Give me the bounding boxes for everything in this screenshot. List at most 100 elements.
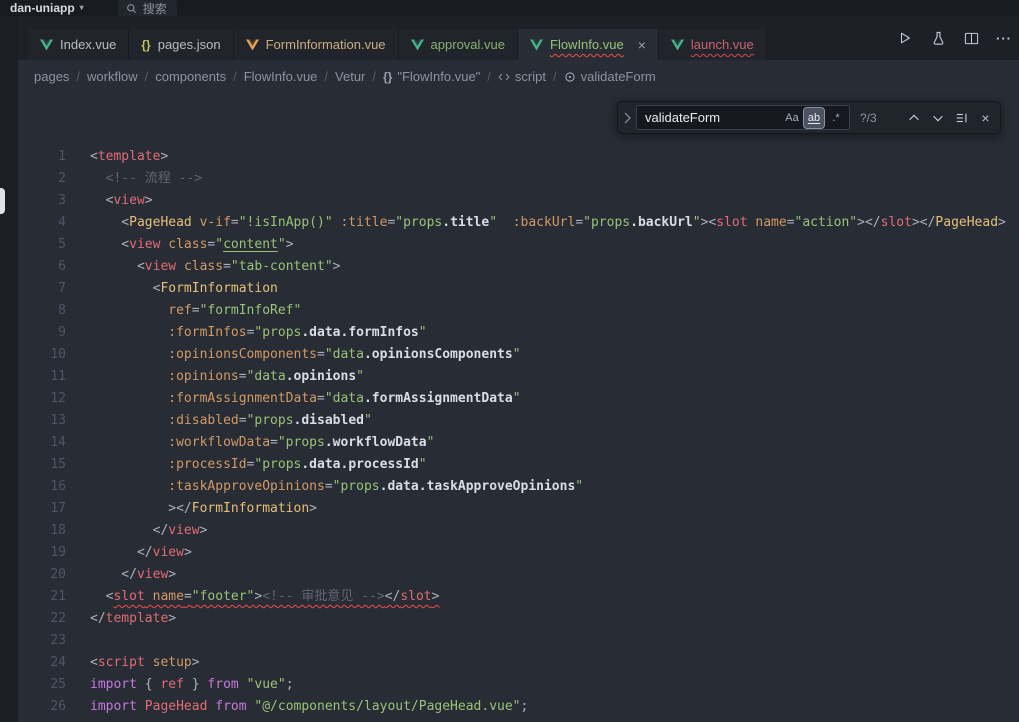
project-menu[interactable]: dan-uniapp ▾ [10,1,84,15]
code-line-content[interactable]: :workflowData="props.workflowData" [90,432,434,454]
code-line[interactable]: 24<script setup> [18,652,1019,674]
code-line[interactable]: 5 <view class="content"> [18,234,1019,256]
code-line-content[interactable]: </view> [90,564,176,586]
code-line[interactable]: 3 <view> [18,190,1019,212]
code-line[interactable]: 25import { ref } from "vue"; [18,674,1019,696]
code-line-content[interactable]: :disabled="props.disabled" [90,410,372,432]
code-line-content[interactable]: <script setup> [90,652,200,674]
whole-word-toggle[interactable]: ab [804,108,824,128]
find-next-button[interactable] [927,107,948,128]
code-line[interactable]: 12 :formAssignmentData="data.formAssignm… [18,388,1019,410]
find-in-selection-button[interactable] [951,107,972,128]
breadcrumb-label: "FlowInfo.vue" [397,69,480,84]
tab-launch-vue[interactable]: launch.vue [659,29,767,60]
code-line-content[interactable]: <FormInformation [90,278,278,300]
line-number: 22 [18,608,66,630]
code-line[interactable]: 8 ref="formInfoRef" [18,300,1019,322]
code-line-content[interactable]: <view class="tab-content"> [90,256,340,278]
split-editor-button[interactable] [962,29,980,47]
more-actions-button[interactable]: ··· [995,29,1013,47]
breadcrumb-item-validateform[interactable]: validateForm [564,69,656,84]
code-line-content[interactable]: </template> [90,608,176,630]
activity-bar[interactable] [0,16,18,722]
code-line[interactable]: 2 <!-- 流程 --> [18,168,1019,190]
breadcrumb-item-workflow[interactable]: workflow [87,69,138,84]
code-token: class [168,237,207,252]
code-line[interactable]: 10 :opinionsComponents="data.opinionsCom… [18,344,1019,366]
code-token [90,435,168,450]
code-line-content[interactable]: <view class="content"> [90,234,294,256]
code-line[interactable]: 6 <view class="tab-content"> [18,256,1019,278]
breadcrumb-item-pages[interactable]: pages [34,69,69,84]
code-line-content[interactable]: :opinions="data.opinions" [90,366,364,388]
tab-flowinfo-vue[interactable]: FlowInfo.vue× [518,29,659,60]
code-token: template [106,611,169,626]
code-line[interactable]: 7 <FormInformation [18,278,1019,300]
code-line-content[interactable]: :formAssignmentData="data.formAssignment… [90,388,521,410]
code-line[interactable]: 14 :workflowData="props.workflowData" [18,432,1019,454]
breadcrumb-item--flowinfo-vue-[interactable]: {}"FlowInfo.vue" [383,69,480,84]
code-token: < [90,259,145,274]
code-line-content[interactable]: :taskApproveOpinions="props.data.taskApp… [90,476,583,498]
global-search[interactable]: 搜索 [118,0,177,18]
code-line[interactable]: 26import PageHead from "@/components/lay… [18,696,1019,718]
code-token: " [215,237,223,252]
find-input-box[interactable]: Aaab.* [636,105,850,130]
beaker-button[interactable] [929,29,947,47]
code-line-content[interactable]: import { ref } from "vue"; [90,674,294,696]
code-line[interactable]: 20 </view> [18,564,1019,586]
code-line[interactable]: 15 :processId="props.data.processId" [18,454,1019,476]
code-line-content[interactable]: import PageHead from "@/components/layou… [90,696,528,718]
code-token: PageHead [129,215,192,230]
code-line[interactable]: 19 </view> [18,542,1019,564]
run-button[interactable] [896,29,914,47]
code-token: > [168,611,176,626]
breadcrumb-item-script[interactable]: script [498,69,546,84]
code-token: name [755,215,786,230]
breadcrumb-item-vetur[interactable]: Vetur [335,69,365,84]
match-case-toggle[interactable]: Aa [782,108,802,128]
code-line-content[interactable]: ></FormInformation> [90,498,317,520]
code-line-content[interactable]: <!-- 流程 --> [90,168,202,190]
code-token: slot [113,589,144,604]
editor[interactable]: Aaab.* ?/3 × 1<template>2 <!-- 流程 -->3 <… [18,93,1019,722]
find-close-button[interactable]: × [975,107,996,128]
code-line-content[interactable]: :formInfos="props.data.formInfos" [90,322,427,344]
code-line-content[interactable]: <PageHead v-if="!isInApp()" :title="prop… [90,212,1006,234]
code-line-content[interactable]: <template> [90,146,168,168]
breadcrumb-item-flowinfo-vue[interactable]: FlowInfo.vue [244,69,318,84]
tab-approval-vue[interactable]: approval.vue [399,29,518,60]
code-line-content[interactable]: :processId="props.data.processId" [90,454,427,476]
find-input[interactable] [645,110,780,125]
code-line[interactable]: 4 <PageHead v-if="!isInApp()" :title="pr… [18,212,1019,234]
code-line[interactable]: 13 :disabled="props.disabled" [18,410,1019,432]
code-line[interactable]: 23 [18,630,1019,652]
tab-label: pages.json [158,37,221,52]
code-line-content[interactable]: :opinionsComponents="data.opinionsCompon… [90,344,521,366]
close-tab-icon[interactable]: × [638,38,646,52]
code-line-content[interactable]: <view> [90,190,153,212]
code-line-content[interactable]: <slot name="footer"><!-- 审批意见 --></slot> [90,586,439,608]
breadcrumb-label: components [155,69,226,84]
code-line[interactable]: 1<template> [18,146,1019,168]
code-token: ; [521,699,529,714]
code-token: :opinions [168,369,238,384]
tab-forminformation-vue[interactable]: FormInformation.vue [234,29,399,60]
code-line[interactable]: 22 </template> [18,608,1019,630]
tab-index-vue[interactable]: Index.vue [28,29,129,60]
code-line[interactable]: 9 :formInfos="props.data.formInfos" [18,322,1019,344]
code-token: " [513,391,521,406]
code-line[interactable]: 17 ></FormInformation> [18,498,1019,520]
tab-pages-json[interactable]: {}pages.json [129,29,233,60]
find-previous-button[interactable] [903,107,924,128]
code-line[interactable]: 11 :opinions="data.opinions" [18,366,1019,388]
code-line-content[interactable]: </view> [90,542,192,564]
code-line-content[interactable]: ref="formInfoRef" [90,300,301,322]
code-line[interactable]: 16 :taskApproveOpinions="props.data.task… [18,476,1019,498]
code-line[interactable]: 18 </view> [18,520,1019,542]
breadcrumb-item-components[interactable]: components [155,69,226,84]
code-line-content[interactable]: </view> [90,520,207,542]
code-line[interactable]: 21 <slot name="footer"><!-- 审批意见 --></sl… [18,586,1019,608]
regex-toggle[interactable]: .* [826,108,846,128]
find-expand-chevron[interactable] [618,111,636,125]
